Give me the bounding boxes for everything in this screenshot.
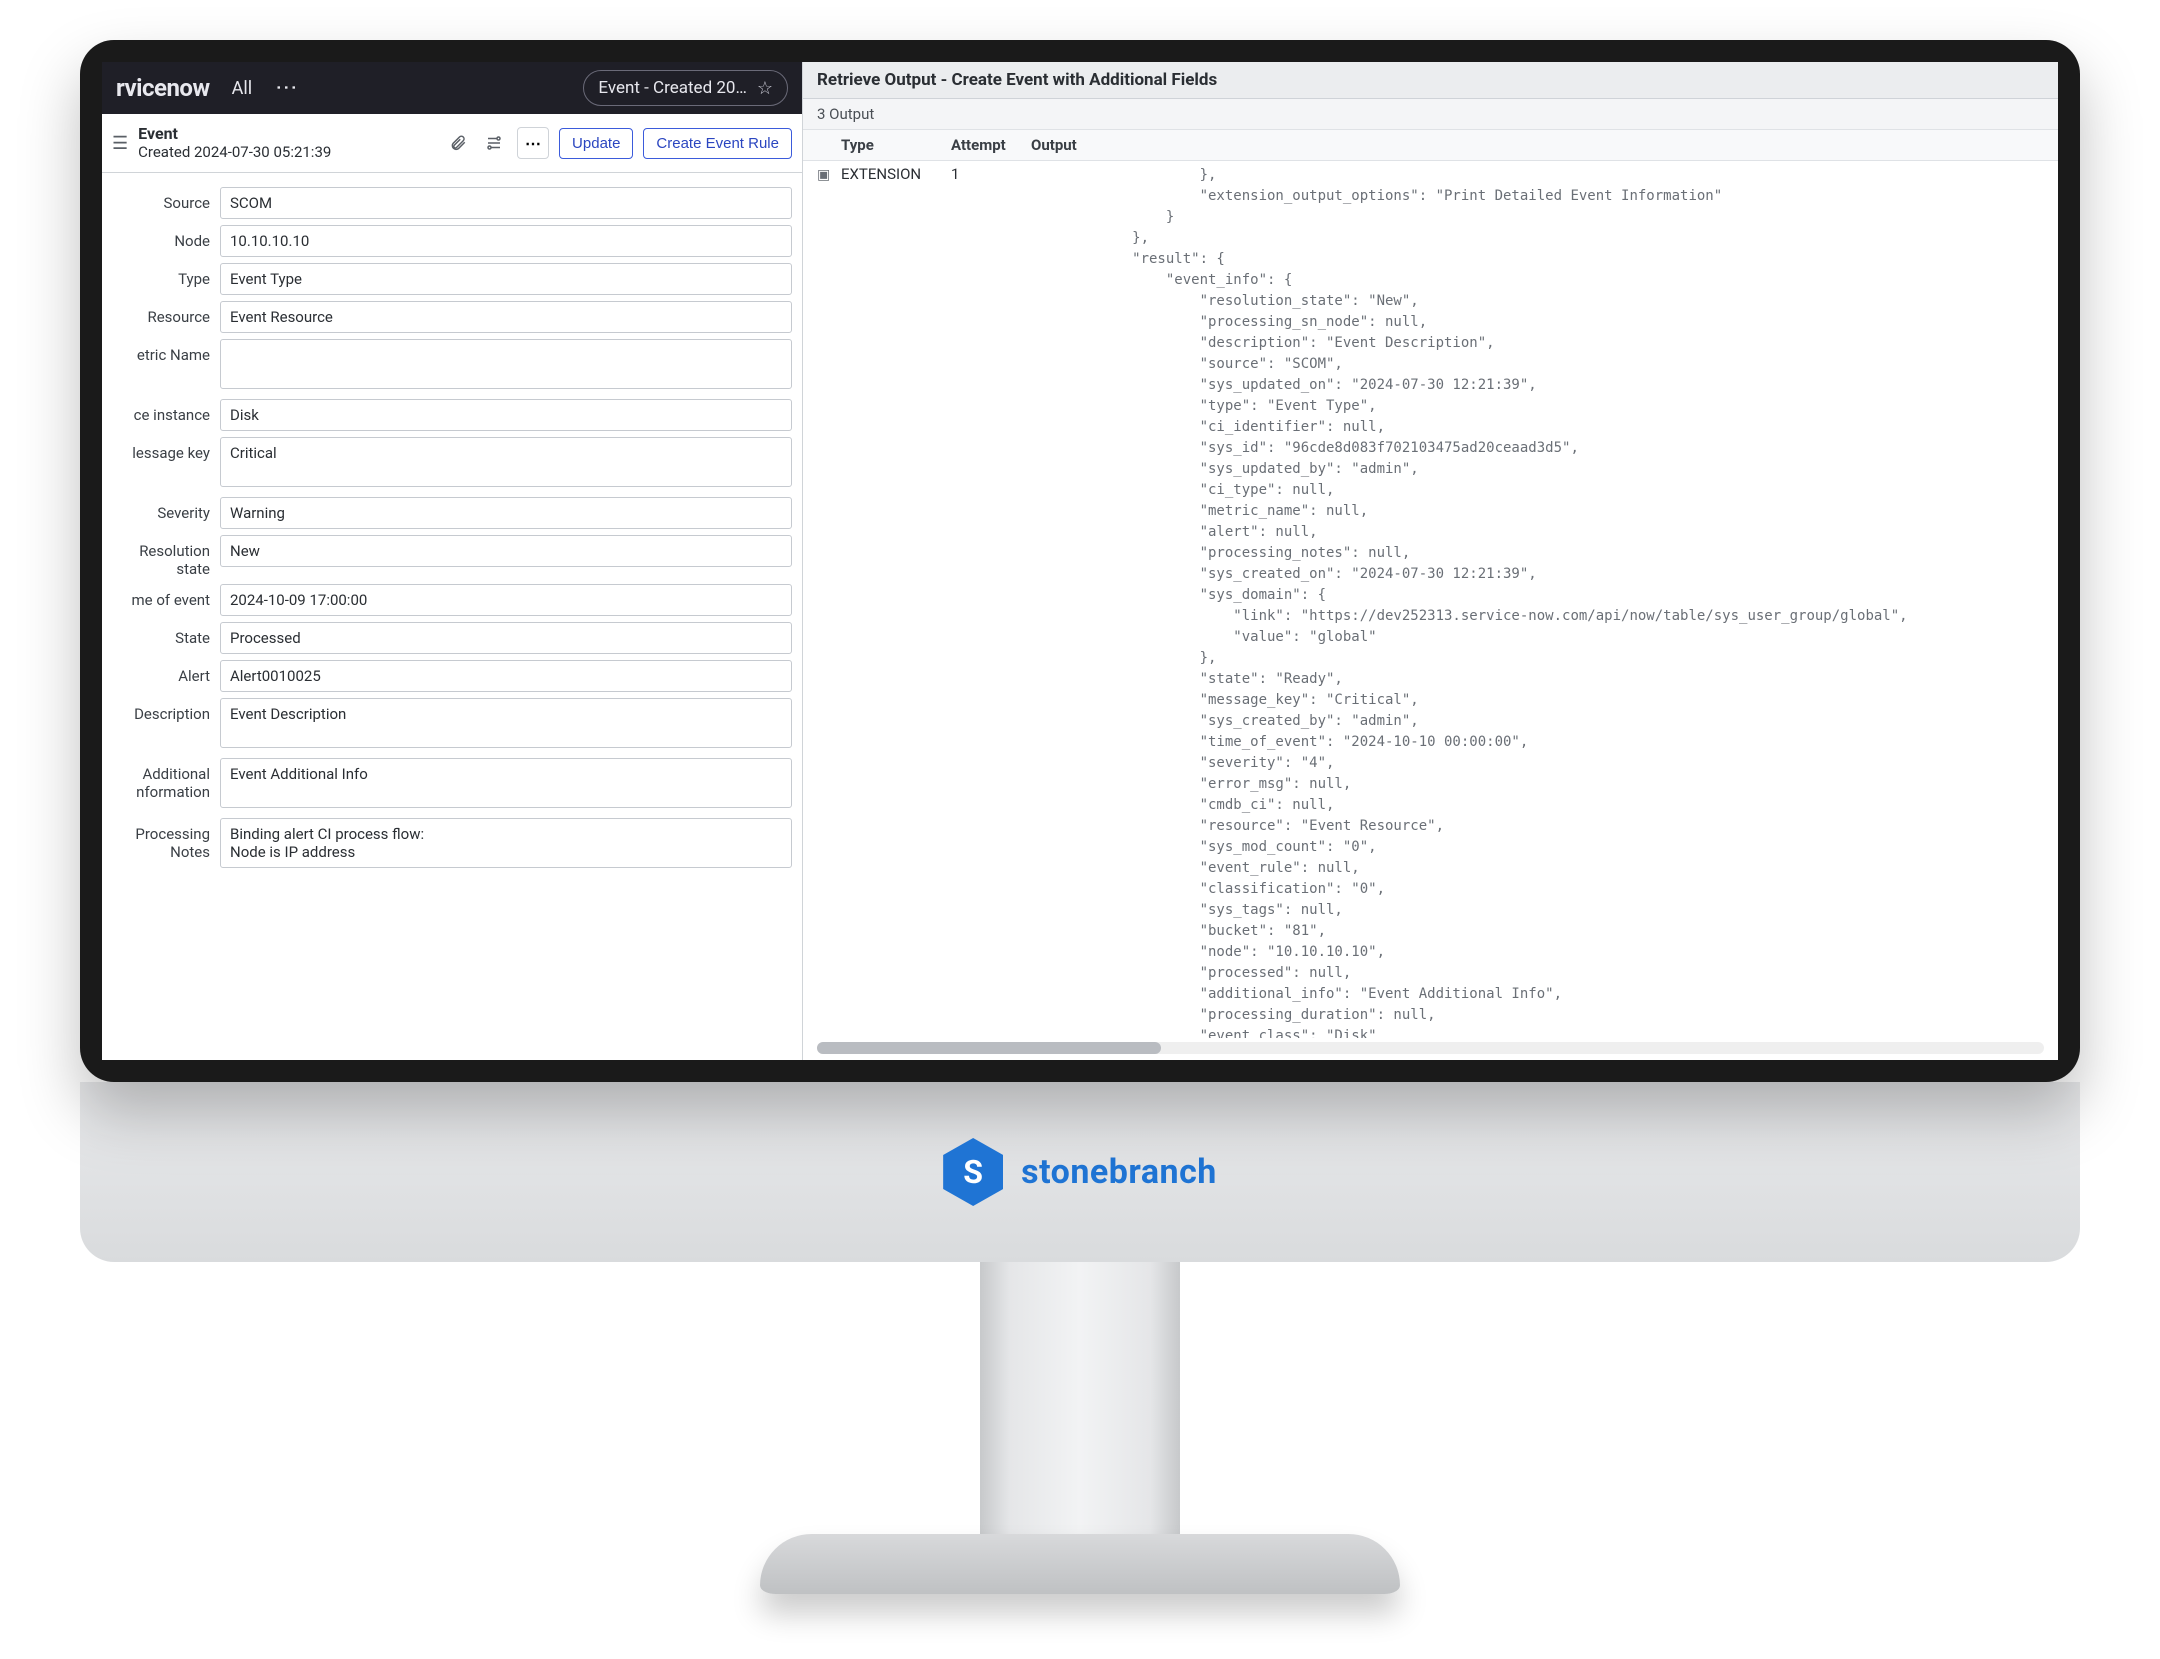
output-attempt: 1 [951, 165, 1031, 1038]
type-field[interactable] [220, 263, 792, 295]
create-event-rule-button[interactable]: Create Event Rule [643, 128, 792, 159]
event-form: Source Node Type Resource etric Name ce … [102, 173, 802, 1060]
servicenow-pane: rvicenow All ⋮ Event - Created 20… ☆ ☰ E… [102, 62, 803, 1060]
label-msgkey: lessage key [102, 437, 210, 462]
output-type: EXTENSION [841, 165, 951, 1038]
resolution-state-field[interactable] [220, 535, 792, 567]
label-proc: Processing Notes [102, 818, 210, 861]
tab-event[interactable]: Event - Created 20… ☆ [583, 70, 788, 106]
update-button[interactable]: Update [559, 128, 633, 159]
settings-icon[interactable] [481, 130, 507, 156]
menu-icon[interactable]: ☰ [112, 133, 128, 154]
processing-notes-field[interactable]: Binding alert CI process flow: Node is I… [220, 818, 792, 868]
label-addl: Additional nformation [102, 758, 210, 801]
label-source: Source [102, 187, 210, 212]
monitor-stand-base [760, 1534, 1400, 1594]
output-pane: Retrieve Output - Create Event with Addi… [803, 62, 2058, 1060]
label-severity: Severity [102, 497, 210, 522]
label-alert: Alert [102, 660, 210, 685]
output-subtitle: 3 Output [803, 99, 2058, 130]
label-toe: me of event [102, 584, 210, 609]
star-icon[interactable]: ☆ [757, 78, 773, 99]
output-table-header: Type Attempt Output [803, 130, 2058, 161]
stonebranch-brand: S stonebranch [943, 1138, 1217, 1206]
monitor-chin: S stonebranch [80, 1082, 2080, 1262]
stonebranch-badge-icon: S [943, 1138, 1003, 1206]
page-title: Event Created 2024-07-30 05:21:39 [138, 125, 331, 161]
title-line2: Created 2024-07-30 05:21:39 [138, 144, 331, 161]
servicenow-logo: rvicenow [116, 74, 210, 102]
col-attempt: Attempt [951, 136, 1031, 154]
message-key-field[interactable]: Critical [220, 437, 792, 487]
source-field[interactable] [220, 187, 792, 219]
attachment-icon[interactable] [445, 130, 471, 156]
kebab-icon[interactable]: ⋮ [274, 76, 299, 100]
col-type: Type [841, 136, 951, 154]
tab-label: Event - Created 20… [598, 78, 746, 98]
servicenow-topbar: rvicenow All ⋮ Event - Created 20… ☆ [102, 62, 802, 114]
label-state: State [102, 622, 210, 647]
form-header: ☰ Event Created 2024-07-30 05:21:39 ⋯ [102, 114, 802, 173]
severity-field[interactable] [220, 497, 792, 529]
label-desc: Description [102, 698, 210, 723]
col-output: Output [1031, 136, 2044, 154]
label-type: Type [102, 263, 210, 288]
description-field[interactable]: Event Description [220, 698, 792, 748]
label-node: Node [102, 225, 210, 250]
additional-info-field[interactable]: Event Additional Info [220, 758, 792, 808]
output-row: ▣ EXTENSION 1 }, "extension_output_optio… [803, 161, 2058, 1038]
state-field[interactable] [220, 622, 792, 654]
resource-field[interactable] [220, 301, 792, 333]
label-resstate: Resolution state [102, 535, 210, 578]
horizontal-scrollbar[interactable] [817, 1042, 2044, 1054]
label-resource: Resource [102, 301, 210, 326]
label-metric: etric Name [102, 339, 210, 364]
nav-all[interactable]: All [232, 78, 253, 99]
output-title: Retrieve Output - Create Event with Addi… [803, 62, 2058, 99]
monitor-stand-neck [980, 1262, 1180, 1542]
title-line1: Event [138, 125, 331, 143]
scrollbar-thumb[interactable] [817, 1042, 1161, 1054]
resource-instance-field[interactable] [220, 399, 792, 431]
label-instance: ce instance [102, 399, 210, 424]
screen: rvicenow All ⋮ Event - Created 20… ☆ ☰ E… [102, 62, 2058, 1060]
expand-icon[interactable]: ▣ [817, 165, 841, 1038]
stonebranch-wordmark: stonebranch [1021, 1152, 1217, 1192]
node-field[interactable] [220, 225, 792, 257]
time-of-event-field[interactable] [220, 584, 792, 616]
more-actions-button[interactable]: ⋯ [517, 127, 549, 159]
output-json: }, "extension_output_options": "Print De… [1031, 165, 2044, 1038]
metric-name-field[interactable] [220, 339, 792, 389]
alert-field[interactable] [220, 660, 792, 692]
